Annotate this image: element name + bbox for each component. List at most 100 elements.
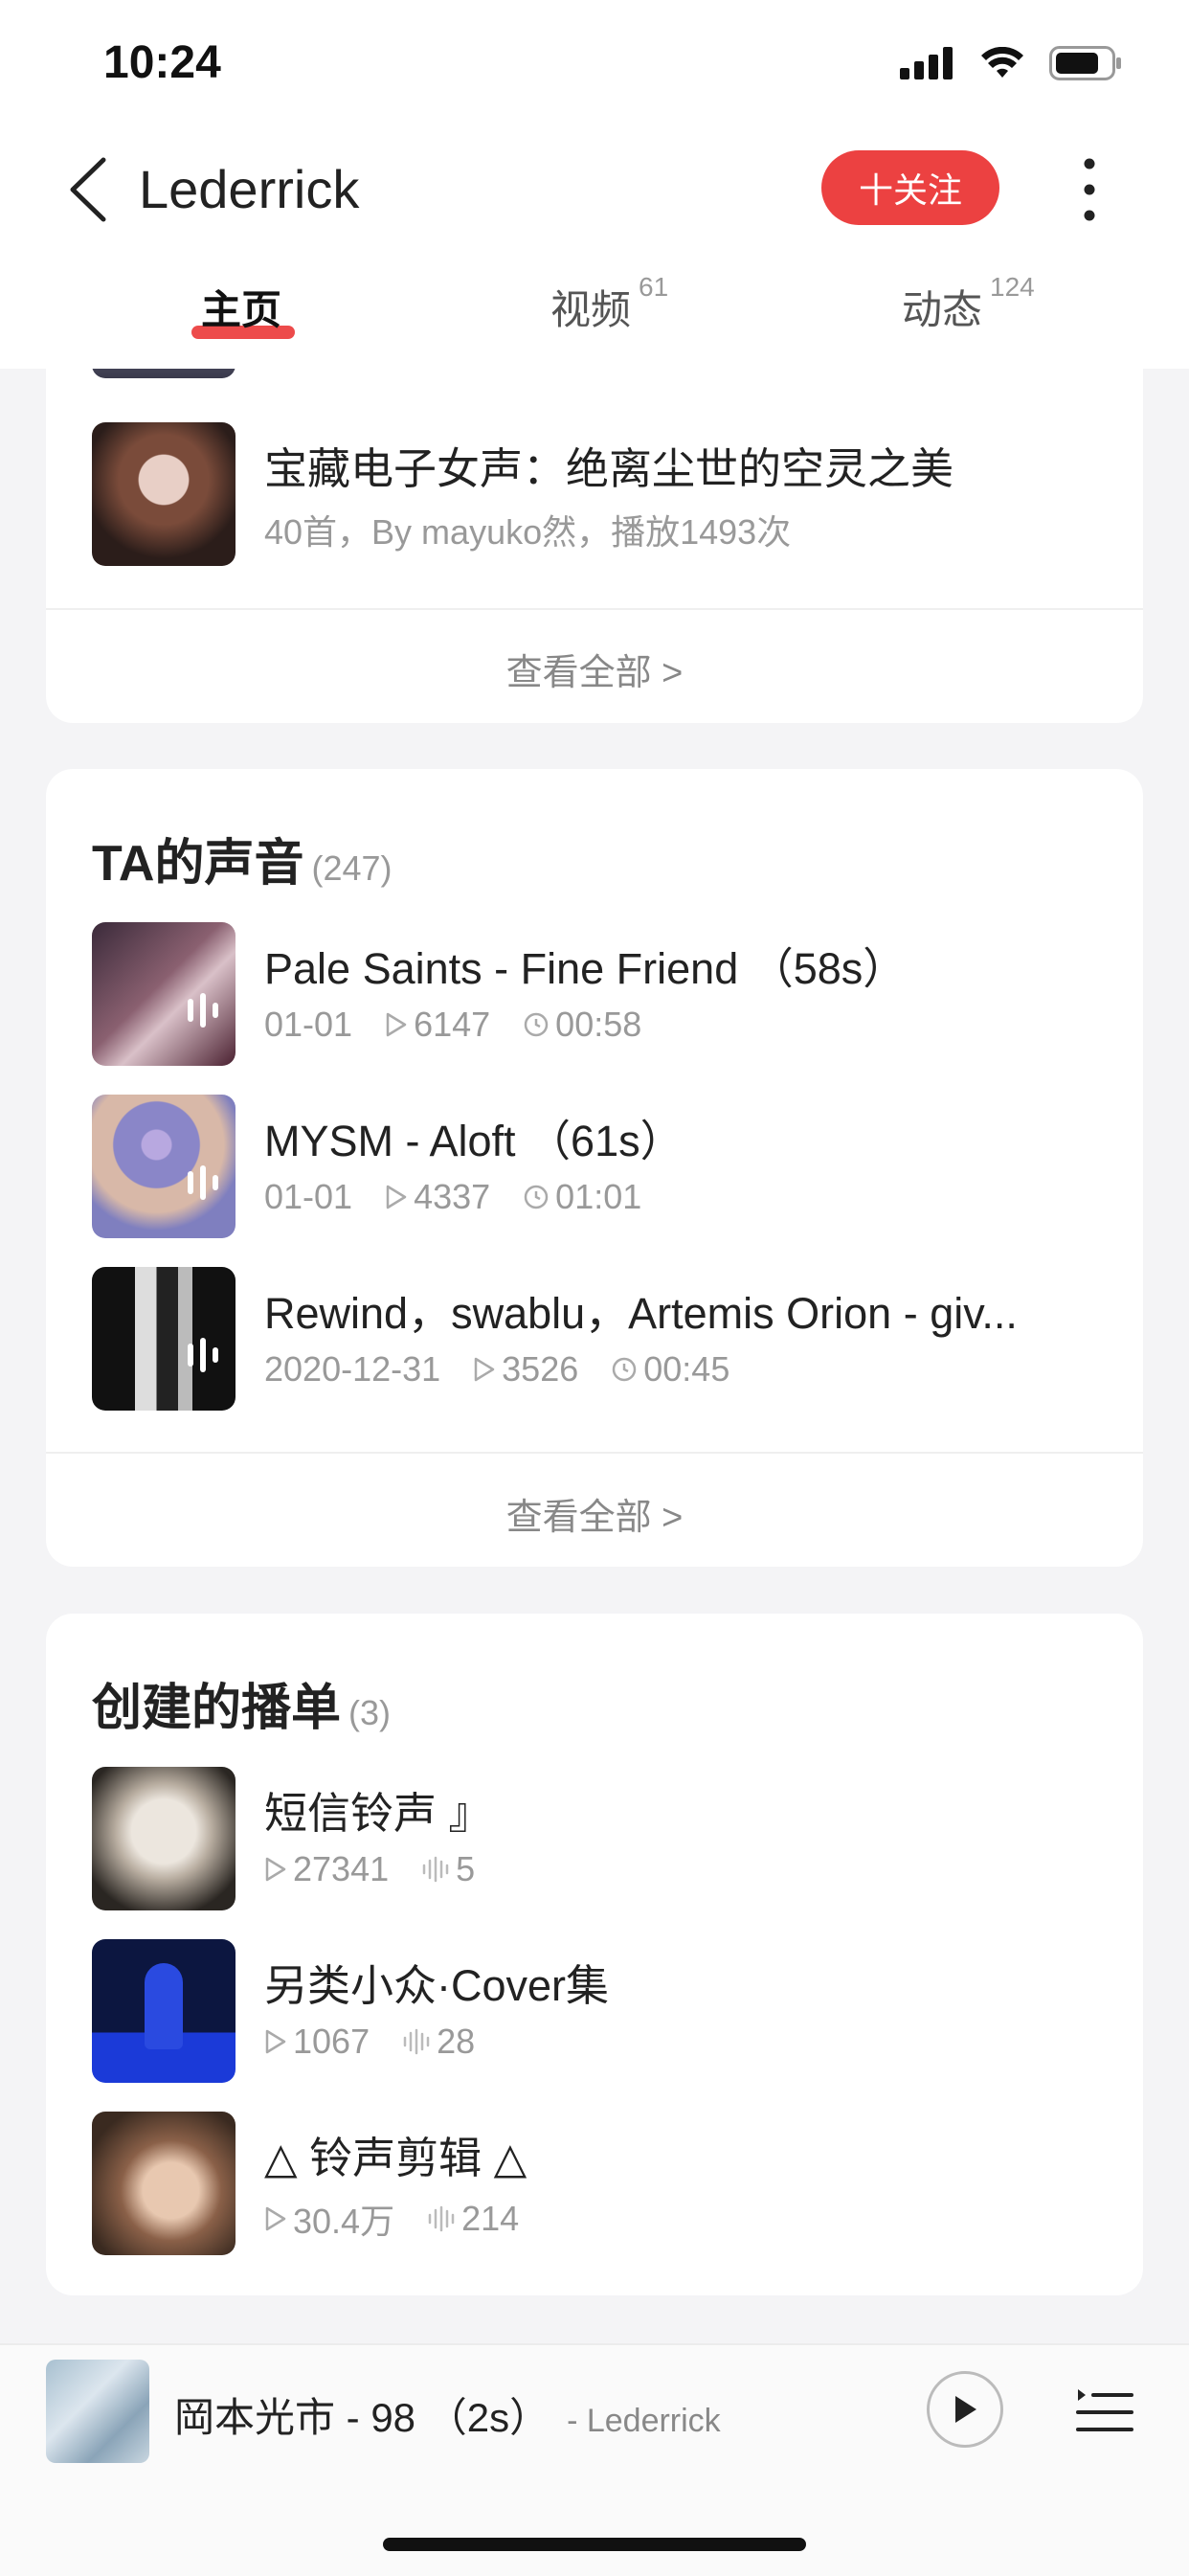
list-item-meta: 30.4万 214 — [264, 2194, 519, 2244]
clock-icon — [524, 1185, 549, 1209]
play-count-icon — [265, 2029, 286, 2054]
sound-cover — [92, 1267, 236, 1411]
battery-icon — [1049, 46, 1121, 80]
cover-figure — [145, 1963, 183, 2049]
divider — [46, 608, 1143, 610]
tab-count: 61 — [639, 272, 669, 302]
tab-label: 视频 — [550, 287, 632, 332]
meta-tracks: 214 — [427, 2199, 519, 2239]
list-item-title: △ 铃声剪辑 △ — [264, 2134, 527, 2182]
meta-plays: 30.4万 — [264, 2194, 394, 2244]
see-all-link[interactable]: 查看全部 > — [46, 643, 1143, 695]
list-item-meta: 27341 5 — [264, 1849, 475, 1889]
list-item[interactable]: MYSM - Aloft （61s） 01-01 4337 01:01 — [92, 1095, 1107, 1238]
audio-wave-icon — [403, 2028, 430, 2055]
list-item-title: 短信铃声 』 — [264, 1789, 492, 1838]
tab-home[interactable]: 主页 — [201, 278, 281, 336]
tab-bar: 主页 视频61 动态124 — [0, 249, 1189, 369]
meta-date: 01-01 — [264, 1177, 353, 1216]
list-item[interactable]: △ 铃声剪辑 △ 30.4万 214 — [92, 2112, 1107, 2255]
sound-cover — [92, 1095, 236, 1238]
home-indicator[interactable] — [383, 2538, 806, 2551]
list-item-title: MYSM - Aloft （61s） — [264, 1117, 684, 1165]
cellular-signal-icon — [900, 47, 953, 79]
section-title-text: 创建的播单 — [92, 1681, 342, 1736]
meta-plays-value: 1067 — [293, 2022, 370, 2061]
list-item-meta: 01-01 6147 00:58 — [264, 1005, 641, 1045]
sound-cover — [92, 922, 236, 1066]
meta-duration-value: 00:45 — [643, 1349, 730, 1389]
meta-plays: 3526 — [473, 1349, 578, 1390]
scrolled-row-thumbnail — [92, 369, 236, 378]
divider — [46, 1452, 1143, 1454]
meta-tracks-value: 28 — [437, 2022, 476, 2061]
list-item-meta: 40首，By mayuko然，播放1493次 — [264, 512, 792, 552]
profile-header: Lederrick 十关注 — [0, 129, 1189, 249]
now-playing-track: 岡本光市 - 98 （2s） — [174, 2395, 550, 2440]
meta-date: 2020-12-31 — [264, 1349, 441, 1389]
list-item[interactable]: 短信铃声 』 27341 5 — [92, 1767, 1107, 1910]
play-count-icon — [265, 1857, 286, 1882]
list-item[interactable]: 另类小众·Cover集 1067 28 — [92, 1939, 1107, 2083]
meta-duration-value: 01:01 — [555, 1177, 642, 1216]
list-item-title: 另类小众·Cover集 — [264, 1961, 610, 2010]
playlist-icon[interactable] — [1076, 2382, 1133, 2439]
tab-label: 动态 — [902, 287, 983, 332]
section-count: (3) — [348, 1693, 392, 1732]
meta-plays: 4337 — [385, 1177, 490, 1217]
meta-duration-value: 00:58 — [555, 1005, 642, 1044]
playlist-cover — [92, 1767, 236, 1910]
top-playlist-card: 宝藏电子女声：绝离尘世的空灵之美 40首，By mayuko然，播放1493次 … — [46, 369, 1143, 723]
sounds-section: TA的声音 (247) Pale Saints - Fine Friend （58… — [46, 769, 1143, 1567]
now-playing-title: 岡本光市 - 98 （2s） - Lederrick — [174, 2385, 721, 2444]
meta-plays-value: 4337 — [414, 1177, 491, 1216]
play-button[interactable] — [927, 2371, 1003, 2448]
follow-button[interactable]: 十关注 — [821, 150, 999, 225]
play-count-icon — [386, 1185, 407, 1209]
created-playlists-section: 创建的播单 (3) 短信铃声 』 27341 5 另类小众·Cover集 1067 — [46, 1614, 1143, 2295]
tab-count: 124 — [990, 272, 1035, 302]
meta-plays: 6147 — [385, 1005, 490, 1045]
audio-wave-icon — [428, 2205, 455, 2232]
play-count-icon — [474, 1357, 495, 1382]
meta-plays-value: 27341 — [293, 1849, 390, 1888]
list-item[interactable]: Rewind，swablu，Artemis Orion - giv... 202… — [92, 1267, 1107, 1411]
section-count: (247) — [311, 848, 393, 888]
list-item[interactable]: 宝藏电子女声：绝离尘世的空灵之美 40首，By mayuko然，播放1493次 — [92, 422, 1107, 566]
meta-tracks-value: 214 — [461, 2199, 520, 2238]
section-title: TA的声音 (247) — [92, 823, 393, 894]
meta-tracks: 5 — [421, 1849, 475, 1889]
list-item-meta: 2020-12-31 3526 00:45 — [264, 1349, 729, 1390]
see-all-link[interactable]: 查看全部 > — [46, 1487, 1143, 1540]
page-title: Lederrick — [139, 159, 360, 219]
audio-wave-icon — [188, 1165, 218, 1200]
list-item[interactable]: Pale Saints - Fine Friend （58s） 01-01 61… — [92, 922, 1107, 1066]
tab-videos[interactable]: 视频61 — [550, 272, 668, 336]
play-icon — [955, 2396, 976, 2423]
playlist-cover — [92, 1939, 236, 2083]
tab-label: 主页 — [201, 287, 282, 332]
meta-tracks: 28 — [402, 2022, 475, 2062]
list-item-title: Rewind，swablu，Artemis Orion - giv... — [264, 1289, 1018, 1338]
status-time: 10:24 — [103, 37, 221, 88]
meta-plays: 27341 — [264, 1849, 389, 1889]
vertical-dots-icon[interactable] — [1072, 156, 1107, 223]
audio-wave-icon — [188, 993, 218, 1028]
play-count-icon — [386, 1012, 407, 1037]
meta-plays: 1067 — [264, 2022, 370, 2062]
section-title: 创建的播单 (3) — [92, 1667, 391, 1739]
play-count-icon — [265, 2206, 286, 2231]
status-bar: 10:24 — [0, 0, 1189, 129]
meta-plays-value: 30.4万 — [293, 2202, 395, 2241]
meta-plays-value: 6147 — [414, 1005, 491, 1044]
chevron-left-icon[interactable] — [63, 156, 121, 223]
status-icons — [900, 46, 1122, 80]
playlist-cover — [92, 2112, 236, 2255]
list-item-meta: 01-01 4337 01:01 — [264, 1177, 641, 1217]
clock-icon — [613, 1357, 637, 1382]
meta-duration: 00:45 — [611, 1349, 729, 1390]
meta-plays-value: 3526 — [502, 1349, 579, 1389]
tab-activity[interactable]: 动态124 — [902, 272, 1035, 336]
list-item-title: 宝藏电子女声：绝离尘世的空灵之美 — [264, 444, 954, 493]
now-playing-author: - Lederrick — [567, 2403, 721, 2439]
